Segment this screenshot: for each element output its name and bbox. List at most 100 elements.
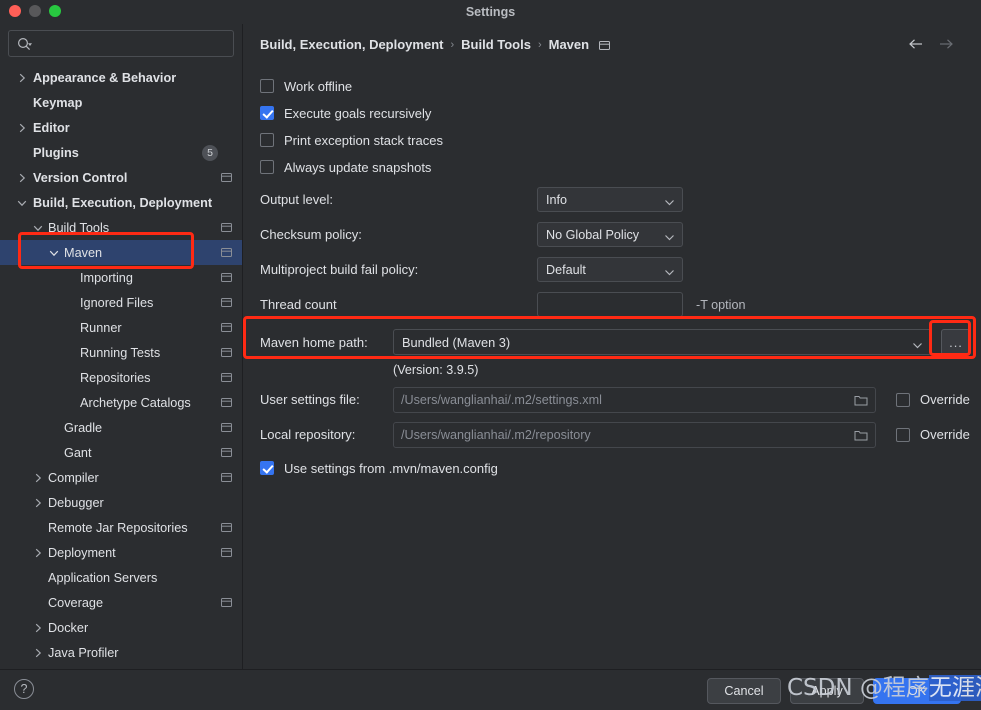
- sidebar-item-gradle[interactable]: Gradle: [0, 415, 242, 440]
- sidebar-item-label: Gradle: [64, 420, 103, 435]
- project-settings-icon: [599, 39, 611, 50]
- sidebar-item-ignored-files[interactable]: Ignored Files: [0, 290, 242, 315]
- path-input-wrap[interactable]: [393, 386, 876, 413]
- chevron-down-icon: [664, 196, 675, 210]
- chevron-right-icon[interactable]: [32, 547, 44, 559]
- sidebar-item-build-execution-deployment[interactable]: Build, Execution, Deployment: [0, 190, 242, 215]
- use-mvn-config-label: Use settings from .mvn/maven.config: [284, 460, 498, 476]
- sidebar-item-maven[interactable]: Maven: [0, 240, 242, 265]
- chevron-right-icon[interactable]: [16, 172, 28, 184]
- sidebar-item-plugins[interactable]: Plugins 5: [0, 140, 242, 165]
- chevron-down-icon[interactable]: [48, 247, 60, 259]
- select-label: Multiproject build fail policy:: [260, 262, 419, 277]
- select-combobox[interactable]: No Global Policy: [537, 222, 683, 247]
- arrow-left-icon[interactable]: [907, 35, 925, 53]
- sidebar-item-keymap[interactable]: Keymap: [0, 90, 242, 115]
- sidebar-item-archetype-catalogs[interactable]: Archetype Catalogs: [0, 390, 242, 415]
- sidebar-item-gant[interactable]: Gant: [0, 440, 242, 465]
- chevron-right-icon[interactable]: [32, 472, 44, 484]
- sidebar-item-label: Coverage: [48, 595, 104, 610]
- use-mvn-config-checkbox[interactable]: [260, 461, 274, 475]
- sidebar-item-deployment[interactable]: Deployment: [0, 540, 242, 565]
- checkbox-input[interactable]: [260, 133, 274, 147]
- sidebar-item-repositories[interactable]: Repositories: [0, 365, 242, 390]
- checkbox-input[interactable]: [260, 160, 274, 174]
- path-input-wrap[interactable]: [393, 421, 876, 448]
- sidebar-item-label: Java Profiler: [48, 645, 119, 660]
- folder-icon[interactable]: [854, 393, 868, 407]
- path-input[interactable]: [401, 422, 847, 447]
- use-mvn-config-row[interactable]: Use settings from .mvn/maven.config: [260, 456, 971, 480]
- path-input[interactable]: [401, 387, 847, 412]
- sidebar-item-label: Deployment: [48, 545, 116, 560]
- settings-tree: Appearance & Behavior Keymap Editor Plugins…: [0, 65, 242, 665]
- override-label: Override: [920, 427, 970, 442]
- window-title: Settings: [465, 5, 516, 19]
- maven-home-browse-button[interactable]: ...: [941, 329, 971, 355]
- breadcrumb-part-0[interactable]: Build, Execution, Deployment: [260, 37, 443, 52]
- maven-checkbox-group: Work offline Execute goals recursively Pri…: [260, 74, 971, 179]
- breadcrumb-part-2[interactable]: Maven: [549, 37, 589, 52]
- override-checkbox[interactable]: [896, 427, 910, 442]
- sidebar-item-running-tests[interactable]: Running Tests: [0, 340, 242, 365]
- sidebar-item-coverage[interactable]: Coverage: [0, 590, 242, 615]
- sidebar-item-build-tools[interactable]: Build Tools: [0, 215, 242, 240]
- override-group[interactable]: Override: [896, 427, 970, 442]
- path-row-user-settings-file: User settings file: Override: [260, 382, 971, 417]
- chevron-down-icon: [912, 338, 923, 353]
- sidebar-item-runner[interactable]: Runner: [0, 315, 242, 340]
- checkbox-label: Always update snapshots: [284, 159, 432, 175]
- sidebar-item-version-control[interactable]: Version Control: [0, 165, 242, 190]
- project-settings-icon: [221, 372, 232, 383]
- sidebar-item-importing[interactable]: Importing: [0, 265, 242, 290]
- chevron-right-icon[interactable]: [32, 497, 44, 509]
- thread-count-label: Thread count: [260, 297, 337, 312]
- sidebar-item-label: Ignored Files: [80, 295, 154, 310]
- thread-count-hint: -T option: [696, 297, 746, 312]
- sidebar-item-compiler[interactable]: Compiler: [0, 465, 242, 490]
- checkbox-row-always-update-snapshots[interactable]: Always update snapshots: [260, 155, 971, 179]
- sidebar-item-docker[interactable]: Docker: [0, 615, 242, 640]
- sidebar-item-java-profiler[interactable]: Java Profiler: [0, 640, 242, 665]
- sidebar-item-application-servers[interactable]: Application Servers: [0, 565, 242, 590]
- chevron-down-icon[interactable]: [16, 197, 28, 209]
- sidebar-item-label: Importing: [80, 270, 133, 285]
- checkbox-input[interactable]: [260, 106, 274, 120]
- search-box[interactable]: [8, 30, 234, 57]
- chevron-right-icon[interactable]: [32, 647, 44, 659]
- project-settings-icon: [221, 347, 232, 358]
- checkbox-row-execute-goals-recursively[interactable]: Execute goals recursively: [260, 101, 971, 125]
- select-combobox[interactable]: Default: [537, 257, 683, 282]
- sidebar-item-editor[interactable]: Editor: [0, 115, 242, 140]
- chevron-right-icon[interactable]: [16, 72, 28, 84]
- select-value: No Global Policy: [546, 227, 640, 242]
- sidebar-item-label: Editor: [33, 120, 70, 135]
- folder-icon[interactable]: [854, 428, 868, 442]
- search-input[interactable]: [37, 31, 229, 56]
- checkbox-label: Execute goals recursively: [284, 105, 432, 121]
- sidebar-item-debugger[interactable]: Debugger: [0, 490, 242, 515]
- sidebar-item-appearance-behavior[interactable]: Appearance & Behavior: [0, 65, 242, 90]
- project-settings-icon: [221, 547, 232, 558]
- chevron-right-icon[interactable]: [16, 122, 28, 134]
- settings-dialog: Settings Appearance & Behavior Keymap Edit…: [0, 0, 981, 710]
- maven-path-group: User settings file:OverrideLocal reposit…: [260, 382, 971, 452]
- checkbox-input[interactable]: [260, 79, 274, 93]
- thread-count-input[interactable]: [537, 292, 683, 317]
- checkbox-row-work-offline[interactable]: Work offline: [260, 74, 971, 98]
- checkbox-row-print-exception-stack-traces[interactable]: Print exception stack traces: [260, 128, 971, 152]
- select-combobox[interactable]: Info: [537, 187, 683, 212]
- breadcrumb-part-1[interactable]: Build Tools: [461, 37, 531, 52]
- chevron-right-icon[interactable]: [32, 622, 44, 634]
- chevron-down-icon[interactable]: [32, 222, 44, 234]
- maven-home-path-combobox[interactable]: Bundled (Maven 3): [393, 329, 932, 355]
- project-settings-icon: [221, 222, 232, 233]
- override-checkbox[interactable]: [896, 392, 910, 407]
- cancel-button[interactable]: Cancel: [707, 678, 781, 704]
- maven-home-path-row: Maven home path: Bundled (Maven 3) ...: [260, 325, 971, 359]
- sidebar-item-remote-jar-repositories[interactable]: Remote Jar Repositories: [0, 515, 242, 540]
- project-settings-icon: [221, 522, 232, 533]
- override-group[interactable]: Override: [896, 392, 970, 407]
- arrow-right-icon[interactable]: [937, 35, 955, 53]
- help-button[interactable]: ?: [14, 679, 34, 699]
